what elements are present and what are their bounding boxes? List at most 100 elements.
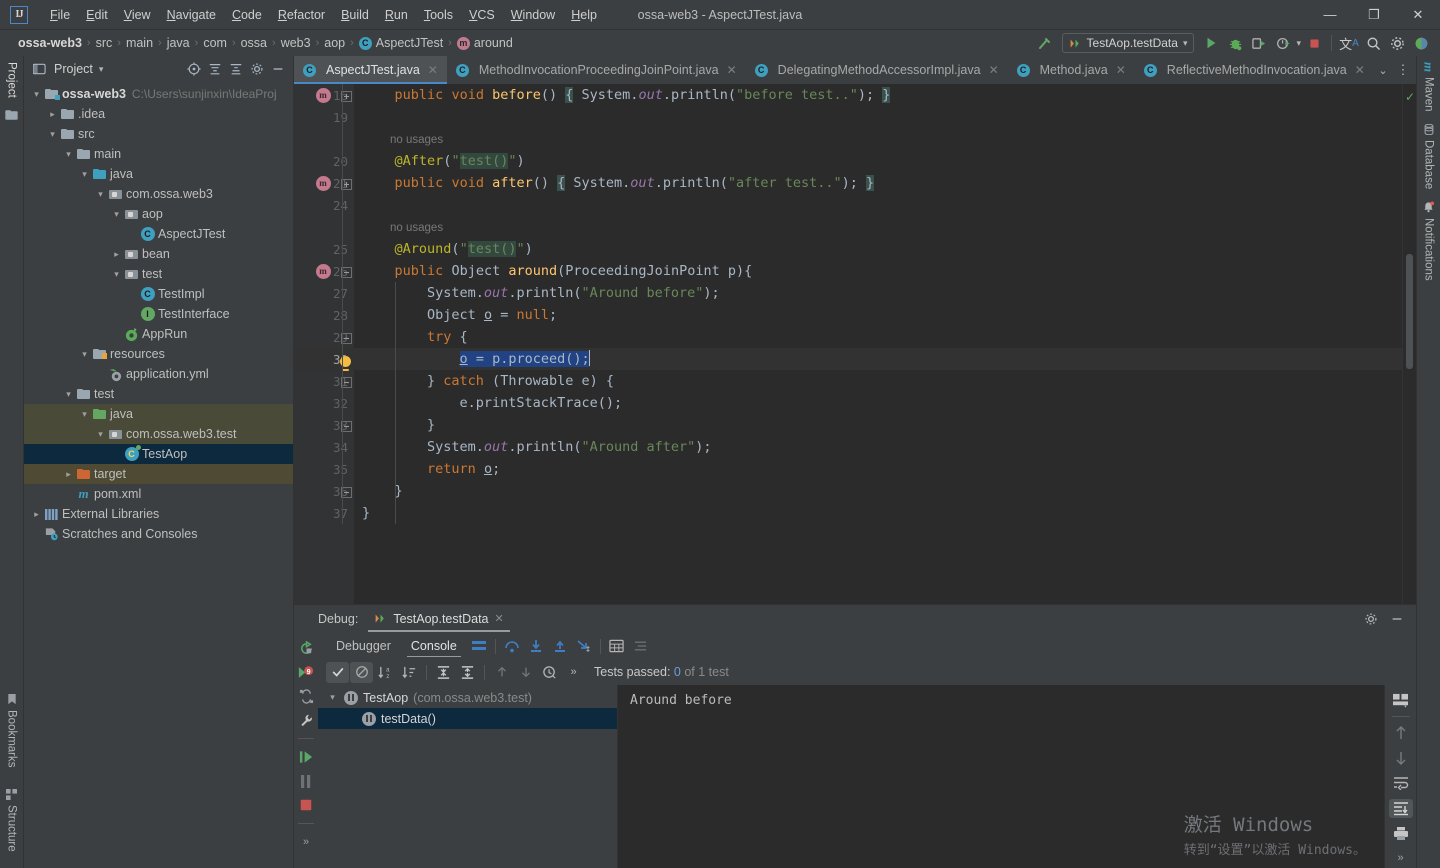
tool-window-maven[interactable]: m Maven <box>1421 56 1437 118</box>
menu-vcs[interactable]: VCS <box>461 4 503 26</box>
hide-ignored-icon[interactable] <box>350 661 373 683</box>
breadcrumb-item-around[interactable]: m around <box>456 36 513 50</box>
close-button[interactable]: ✕ <box>1396 0 1440 30</box>
chevron-right-icon[interactable]: ▸ <box>46 109 59 120</box>
menu-code[interactable]: Code <box>224 4 270 26</box>
run-to-cursor-icon[interactable] <box>572 635 596 657</box>
tab-options-icon[interactable]: ⋮ <box>1394 61 1412 79</box>
translate-icon[interactable]: 文A <box>1338 33 1360 53</box>
fold-expand-icon[interactable] <box>337 175 355 193</box>
debug-icon[interactable] <box>1224 33 1246 53</box>
settings-wrench-icon[interactable] <box>294 709 318 731</box>
chevron-down-icon[interactable]: ▾ <box>78 349 91 360</box>
tool-window-project[interactable]: Project <box>6 56 18 104</box>
fold-expand-icon[interactable] <box>337 87 355 105</box>
tree-node-test[interactable]: ▾ test <box>24 384 293 404</box>
chevron-right-icon[interactable]: ▸ <box>62 469 75 480</box>
ide-theme-icon[interactable] <box>1410 33 1432 53</box>
menu-window[interactable]: Window <box>503 4 563 26</box>
chevron-down-icon[interactable]: ▾ <box>110 269 123 280</box>
tree-node-bean[interactable]: ▸ bean <box>24 244 293 264</box>
tree-node-target[interactable]: ▸ target <box>24 464 293 484</box>
tree-node-application-yml[interactable]: application.yml <box>24 364 293 384</box>
breadcrumb-item-web3[interactable]: web3 <box>281 36 311 50</box>
tool-window-database[interactable]: Database <box>1423 118 1435 195</box>
test-tree-node-testaop[interactable]: ▾ TestAop (com.ossa.web3.test) <box>318 687 617 708</box>
editor-tab-methodinvocationproceedingjoinpoint-java[interactable]: C MethodInvocationProceedingJoinPoint.jav… <box>447 56 746 84</box>
editor-tab-aspectjtest-java[interactable]: C AspectJTest.java ✕ <box>294 56 447 84</box>
chevron-down-icon[interactable]: ▾ <box>78 409 91 420</box>
close-icon[interactable]: ✕ <box>727 63 737 77</box>
editor-tab-method-java[interactable]: C Method.java ✕ <box>1008 56 1135 84</box>
sort-alphabetically-icon[interactable]: az <box>374 662 397 683</box>
hide-panel-icon[interactable] <box>1388 610 1406 628</box>
close-icon[interactable]: ✕ <box>495 612 504 625</box>
test-tree-node-testdata--[interactable]: testData() <box>318 708 617 729</box>
close-icon[interactable]: ✕ <box>1355 63 1365 77</box>
tree-node-main[interactable]: ▾ main <box>24 144 293 164</box>
pause-program-icon[interactable] <box>294 770 318 792</box>
collapse-all-icon[interactable] <box>456 662 479 683</box>
tree-node-com-ossa-web3[interactable]: ▾ com.ossa.web3 <box>24 184 293 204</box>
tree-node-java[interactable]: ▾ java <box>24 404 293 424</box>
step-over-icon[interactable] <box>500 635 524 657</box>
select-opened-file-icon[interactable] <box>185 60 203 78</box>
rerun-failed-icon[interactable]: 9 <box>294 661 318 683</box>
editor-tab-reflectivemethodinvocation-java[interactable]: C ReflectiveMethodInvocation.java ✕ <box>1135 56 1374 84</box>
hide-panel-icon[interactable] <box>269 60 287 78</box>
more-icon[interactable]: » <box>1389 849 1413 868</box>
run-icon[interactable] <box>1200 33 1222 53</box>
run-configuration-selector[interactable]: TestAop.testData ▾ <box>1061 33 1195 53</box>
resume-program-icon[interactable] <box>294 746 318 768</box>
tree-node-testaop[interactable]: C TestAop <box>24 444 293 464</box>
breadcrumb-item-aspectjtest[interactable]: C AspectJTest <box>358 36 443 50</box>
scroll-up-icon[interactable] <box>1389 723 1413 742</box>
tree-node-pom-xml[interactable]: m pom.xml <box>24 484 293 504</box>
fold-collapse-icon[interactable] <box>337 483 355 501</box>
tree-node-test[interactable]: ▾ test <box>24 264 293 284</box>
close-icon[interactable]: ✕ <box>1116 63 1126 77</box>
tree-node-scratches-and-consoles[interactable]: Scratches and Consoles <box>24 524 293 544</box>
run-method-gutter-icon[interactable]: m <box>314 174 332 192</box>
chevron-down-icon[interactable]: ▾ <box>62 149 75 160</box>
expand-all-icon[interactable] <box>206 60 224 78</box>
build-hammer-icon[interactable] <box>1034 33 1056 53</box>
layout-settings-icon[interactable] <box>1389 691 1413 710</box>
chevron-down-icon[interactable]: ▾ <box>99 64 104 75</box>
stop-icon[interactable] <box>294 794 318 816</box>
scroll-to-end-icon[interactable] <box>1388 798 1413 818</box>
chevron-down-icon[interactable]: ▾ <box>30 89 43 100</box>
debug-subtab-console[interactable]: Console <box>401 635 467 657</box>
editor-gutter[interactable]: 161920212425262728293031323334353637 mmm <box>294 84 354 604</box>
debug-subtab-debugger[interactable]: Debugger <box>326 635 401 657</box>
show-passed-icon[interactable] <box>326 661 349 683</box>
fold-collapse-icon[interactable] <box>337 263 355 281</box>
menu-tools[interactable]: Tools <box>416 4 461 26</box>
breadcrumb-item-ossa[interactable]: ossa <box>241 36 267 50</box>
tree-node-com-ossa-web3-test[interactable]: ▾ com.ossa.web3.test <box>24 424 293 444</box>
chevron-down-icon[interactable]: ⌄ <box>1374 61 1392 79</box>
code-content[interactable]: public void before() { System.out.printl… <box>354 84 1402 604</box>
breadcrumb-item-src[interactable]: src <box>96 36 113 50</box>
next-failed-icon[interactable] <box>514 662 537 683</box>
rerun-icon[interactable] <box>294 637 318 659</box>
history-icon[interactable] <box>538 662 561 683</box>
chevron-right-icon[interactable]: ▸ <box>110 249 123 260</box>
chevron-down-icon[interactable]: ▾ <box>46 129 59 140</box>
layout-toggle-icon[interactable] <box>467 635 491 657</box>
step-into-icon[interactable] <box>524 635 548 657</box>
more-icon[interactable]: » <box>294 831 318 853</box>
format-icon[interactable] <box>629 635 653 657</box>
fold-collapse-icon[interactable] <box>337 417 355 435</box>
project-tree[interactable]: ▾ ossa-web3 C:\Users\sunjinxin\IdeaProj ▸ .i… <box>24 82 293 868</box>
minimize-button[interactable]: — <box>1308 0 1352 30</box>
evaluate-expression-icon[interactable] <box>605 635 629 657</box>
chevron-down-icon[interactable]: ▾ <box>110 209 123 220</box>
search-everywhere-icon[interactable] <box>1362 33 1384 53</box>
scroll-down-icon[interactable] <box>1389 748 1413 767</box>
menu-file[interactable]: File <box>42 4 78 26</box>
settings-gear-icon[interactable] <box>248 60 266 78</box>
chevron-down-icon[interactable]: ▾ <box>1296 38 1301 49</box>
close-icon[interactable]: ✕ <box>989 63 999 77</box>
breadcrumb-item-ossa-web3[interactable]: ossa-web3 <box>18 36 82 50</box>
